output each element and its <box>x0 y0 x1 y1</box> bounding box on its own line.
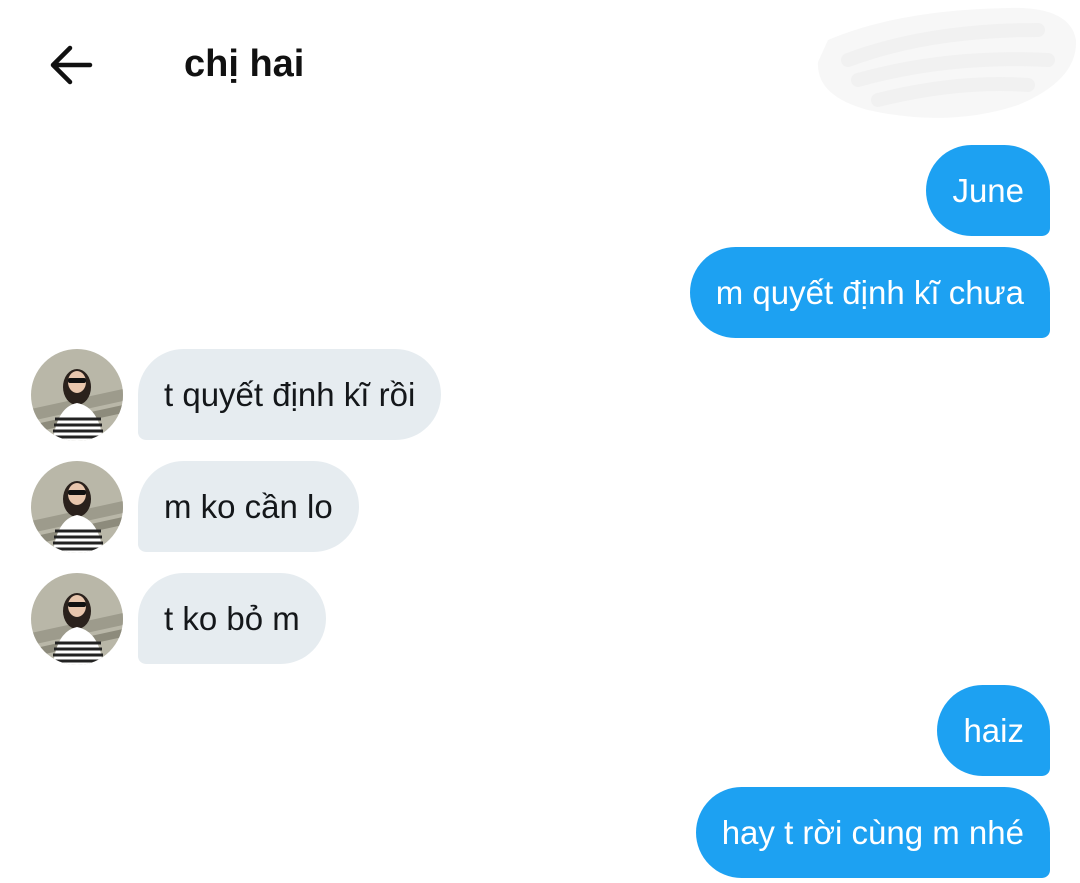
message-bubble-incoming[interactable]: m ko cần lo <box>138 461 359 552</box>
avatar[interactable] <box>31 349 123 441</box>
message-bubble-incoming[interactable]: t ko bỏ m <box>138 573 326 664</box>
back-button[interactable] <box>40 36 102 94</box>
message-bubble-outgoing[interactable]: haiz <box>937 685 1050 776</box>
message-bubble-outgoing[interactable]: hay t rời cùng m nhé <box>695 787 1050 878</box>
message-bubble-outgoing[interactable]: June <box>926 145 1050 236</box>
arrow-left-icon <box>50 45 93 85</box>
conversation-title: chị hai <box>184 43 305 85</box>
message-bubble-incoming[interactable]: t quyết định kĩ rồi <box>138 349 442 440</box>
redaction-smudge <box>817 7 1077 118</box>
message-bubble-outgoing[interactable]: m quyết định kĩ chưa <box>689 247 1050 338</box>
avatar[interactable] <box>31 461 123 553</box>
avatar[interactable] <box>31 573 123 665</box>
conversation-header: chị hai <box>0 0 1080 130</box>
